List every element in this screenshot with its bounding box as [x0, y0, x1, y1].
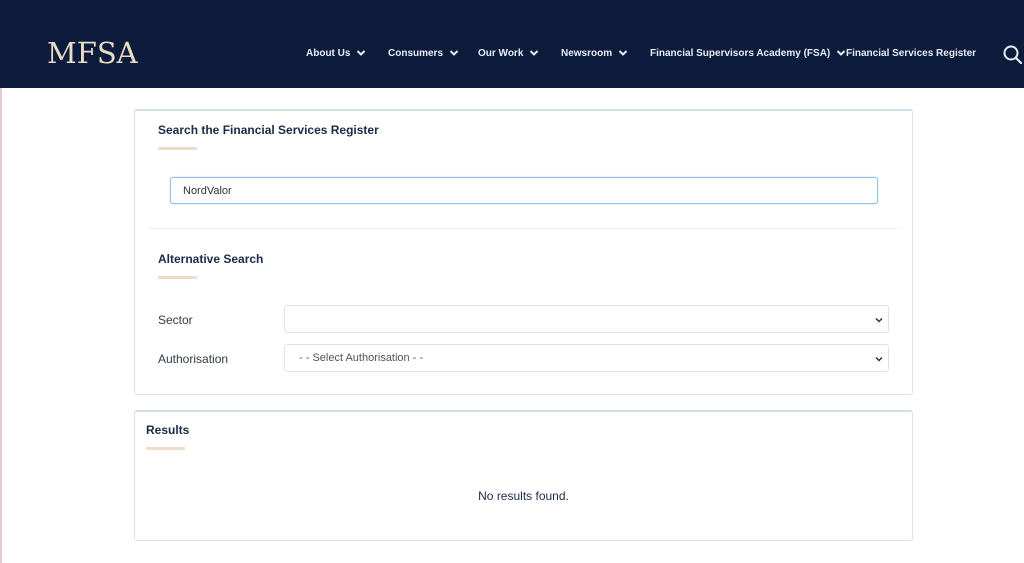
- sector-select[interactable]: [284, 305, 889, 333]
- chevron-down-icon: [875, 317, 883, 323]
- site-header: MFSA About Us Consumers Our Work Newsroo…: [0, 0, 1024, 88]
- search-icon: [1003, 45, 1023, 65]
- nav-fsa[interactable]: Financial Supervisors Academy (FSA): [650, 44, 846, 62]
- chevron-down-icon: [530, 50, 539, 56]
- chevron-down-icon: [357, 50, 366, 56]
- section-divider: [147, 228, 902, 229]
- authorisation-select-value: - - Select Authorisation - -: [299, 352, 424, 364]
- no-results-message: No results found.: [478, 489, 569, 503]
- chevron-down-icon: [875, 356, 883, 362]
- nav-register-label: Financial Services Register: [846, 47, 977, 59]
- nav-about-us[interactable]: About Us: [306, 44, 366, 62]
- chevron-down-icon: [618, 50, 628, 56]
- search-register-card: Search the Financial Services Register A…: [134, 109, 913, 395]
- search-register-title: Search the Financial Services Register: [158, 123, 379, 137]
- mfsa-logo[interactable]: MFSA: [47, 36, 138, 70]
- nav-our-work-label: Our Work: [478, 47, 524, 59]
- chevron-down-icon: [449, 50, 459, 56]
- register-search-input[interactable]: [170, 177, 878, 204]
- title-underline: [158, 147, 197, 150]
- nav-financial-services-register[interactable]: Financial Services Register: [846, 44, 976, 62]
- nav-newsroom[interactable]: Newsroom: [561, 44, 628, 62]
- results-card: Results No results found.: [134, 410, 913, 541]
- header-search-button[interactable]: [1002, 44, 1024, 66]
- title-underline: [146, 447, 185, 450]
- nav-our-work[interactable]: Our Work: [478, 44, 539, 62]
- nav-fsa-label: Financial Supervisors Academy (FSA): [650, 47, 831, 59]
- nav-about-us-label: About Us: [306, 47, 351, 59]
- authorisation-select[interactable]: - - Select Authorisation - -: [284, 344, 889, 372]
- page-edge: [0, 88, 2, 563]
- nav-consumers[interactable]: Consumers: [388, 44, 459, 62]
- authorisation-label: Authorisation: [158, 352, 229, 366]
- alternative-search-title: Alternative Search: [158, 252, 264, 266]
- results-title: Results: [146, 423, 190, 437]
- sector-label: Sector: [158, 313, 193, 327]
- nav-newsroom-label: Newsroom: [561, 47, 613, 59]
- title-underline: [158, 276, 197, 279]
- nav-consumers-label: Consumers: [388, 47, 444, 59]
- chevron-down-icon: [837, 50, 846, 56]
